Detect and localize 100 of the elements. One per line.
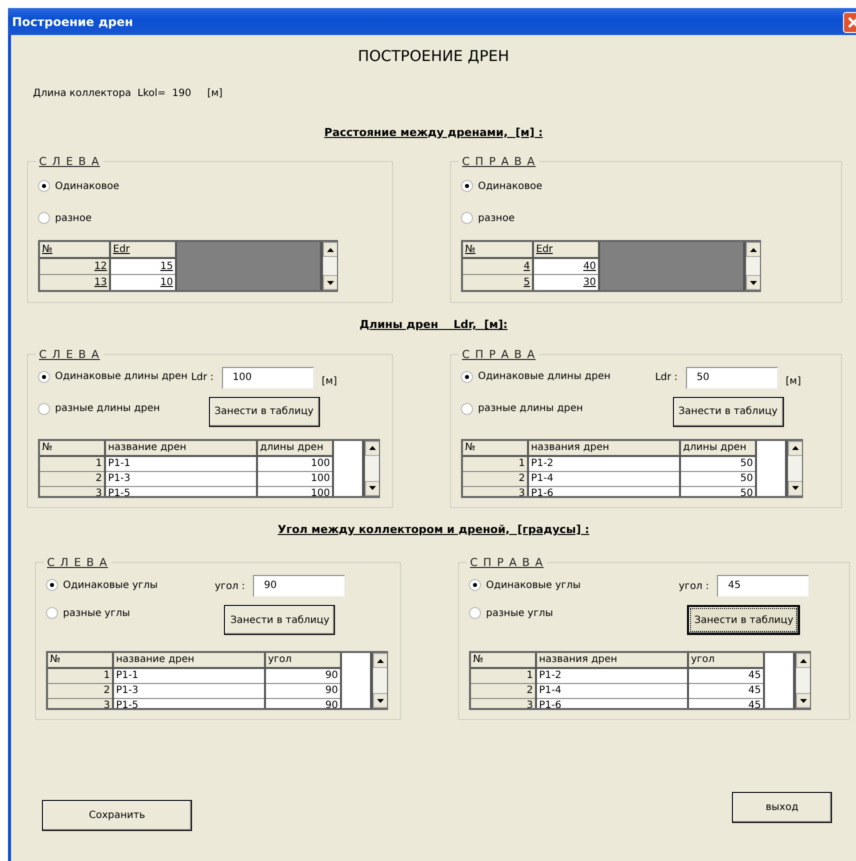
radio-button[interactable]	[461, 212, 473, 224]
radio-label: Одинаковое	[478, 180, 542, 194]
radio-button[interactable]	[461, 402, 473, 414]
input-field[interactable]: 50	[686, 366, 778, 388]
radio-button[interactable]	[38, 402, 50, 414]
table-cell: P1-4	[536, 684, 688, 698]
column-header: длины дрен	[257, 440, 333, 456]
radio-option[interactable]: Одинаковые углы	[469, 577, 581, 593]
scroll-down-button[interactable]	[746, 275, 760, 290]
column-header: №	[463, 242, 533, 258]
fill-table-button[interactable]: Занести в таблицу	[687, 605, 800, 635]
section-title: Длины дрен Ldr, [м]:	[359, 318, 508, 331]
dialog-heading: ПОСТРОЕНИЕ ДРЕН	[358, 47, 510, 65]
unit-label: [м]	[207, 86, 223, 100]
dialog-button[interactable]: выход	[732, 792, 832, 823]
radio-option[interactable]: разное	[38, 210, 120, 226]
down-arrow-icon	[800, 698, 807, 702]
radio-button[interactable]	[38, 370, 50, 382]
scroll-down-button[interactable]	[323, 275, 337, 290]
down-arrow-icon	[792, 486, 799, 490]
radio-button[interactable]	[46, 607, 58, 619]
fill-table-button[interactable]: Занести в таблицу	[224, 605, 336, 635]
column-header: название дрен	[105, 440, 257, 456]
table-cell: 90	[265, 668, 341, 684]
row-number: 1	[48, 668, 113, 684]
radio-label: Одинаковое	[55, 180, 120, 194]
fill-table-button[interactable]: Занести в таблицу	[672, 396, 784, 426]
input-field[interactable]: 45	[717, 575, 809, 597]
radio-label: Одинаковые длины дрен	[55, 370, 188, 384]
up-arrow-icon	[800, 658, 807, 662]
scroll-up-button[interactable]	[365, 440, 379, 456]
radio-label: Одинаковые углы	[63, 578, 158, 592]
column-header: названия дрен	[536, 653, 688, 668]
column-header: угол	[688, 653, 764, 668]
radio-button[interactable]	[461, 180, 473, 192]
radio-option[interactable]: Одинаковые углы	[46, 577, 158, 593]
scroll-up-button[interactable]	[796, 653, 810, 668]
collector-length-label: Длина коллектора Lkol= 190	[33, 86, 192, 100]
radio-option[interactable]: Одинаковое	[461, 178, 542, 194]
field-label: Ldr :	[191, 371, 214, 385]
radio-label: разные углы	[486, 606, 554, 620]
radio-option[interactable]: разные длины дрен	[38, 400, 188, 416]
dialog-button[interactable]: Сохранить	[42, 800, 192, 831]
scroll-up-button[interactable]	[323, 242, 337, 257]
input-field[interactable]: 100	[222, 366, 314, 388]
scrollbar[interactable]	[320, 242, 337, 290]
scroll-down-button[interactable]	[788, 480, 802, 496]
table-cell: P1-3	[113, 684, 265, 698]
radio-button[interactable]	[461, 370, 473, 382]
column-header: Edr	[110, 242, 176, 258]
radio-option[interactable]: Одинаковое	[38, 178, 120, 194]
scrollbar[interactable]	[362, 440, 379, 496]
radio-option[interactable]: разное	[461, 210, 542, 226]
field-label: угол :	[214, 580, 245, 594]
column-header: названия дрен	[528, 440, 680, 456]
scroll-up-button[interactable]	[788, 440, 802, 456]
scrollbar[interactable]	[370, 653, 387, 708]
column-header: длины дрен	[680, 440, 756, 456]
scroll-down-button[interactable]	[796, 693, 810, 708]
radio-label: разное	[478, 212, 515, 226]
section-title: Угол между коллектором и дреной, [градусы] :	[278, 522, 590, 536]
up-arrow-icon	[369, 446, 376, 450]
scroll-down-button[interactable]	[373, 693, 387, 708]
radio-button[interactable]	[469, 579, 481, 591]
radio-option[interactable]: Одинаковые длины дрен	[461, 368, 611, 384]
row-number: 1	[471, 668, 536, 684]
scroll-down-button[interactable]	[365, 480, 379, 496]
field-label: Ldr :	[655, 371, 678, 385]
table-cell: 15	[110, 258, 176, 274]
radio-label: разные длины дрен	[55, 402, 160, 416]
unit-label: [м]	[322, 374, 337, 388]
scroll-up-button[interactable]	[746, 242, 760, 257]
group-legend: С Л Е В А	[36, 346, 103, 363]
scroll-up-button[interactable]	[373, 653, 387, 668]
table-cell: 50	[680, 471, 756, 486]
radio-option[interactable]: Одинаковые длины дрен	[38, 368, 188, 384]
group-legend: С П Р А В А	[459, 346, 539, 363]
row-number: 12	[40, 258, 110, 274]
input-field[interactable]: 90	[253, 575, 345, 597]
radio-button[interactable]	[38, 180, 50, 192]
fill-table-button[interactable]: Занести в таблицу	[208, 396, 320, 426]
column-header: №	[48, 653, 113, 668]
radio-button[interactable]	[46, 579, 58, 591]
scrollbar[interactable]	[785, 440, 802, 496]
radio-option[interactable]: разные длины дрен	[461, 400, 611, 416]
scrollbar[interactable]	[793, 653, 810, 708]
scrollbar[interactable]	[743, 242, 760, 290]
radio-button[interactable]	[469, 607, 481, 619]
window-title: Построение дрен	[12, 14, 134, 30]
row-number: 2	[463, 471, 528, 486]
radio-label: Одинаковые углы	[486, 578, 581, 592]
radio-option[interactable]: разные углы	[469, 605, 581, 621]
radio-option[interactable]: разные углы	[46, 605, 158, 621]
up-arrow-icon	[792, 446, 799, 450]
radio-button[interactable]	[38, 212, 50, 224]
field-label: угол :	[678, 580, 709, 594]
section-title: Расстояние между дренами, [м] :	[324, 126, 543, 138]
row-number: 4	[463, 258, 533, 274]
radio-label: разные углы	[63, 606, 130, 620]
table-cell: P1-3	[105, 471, 257, 486]
